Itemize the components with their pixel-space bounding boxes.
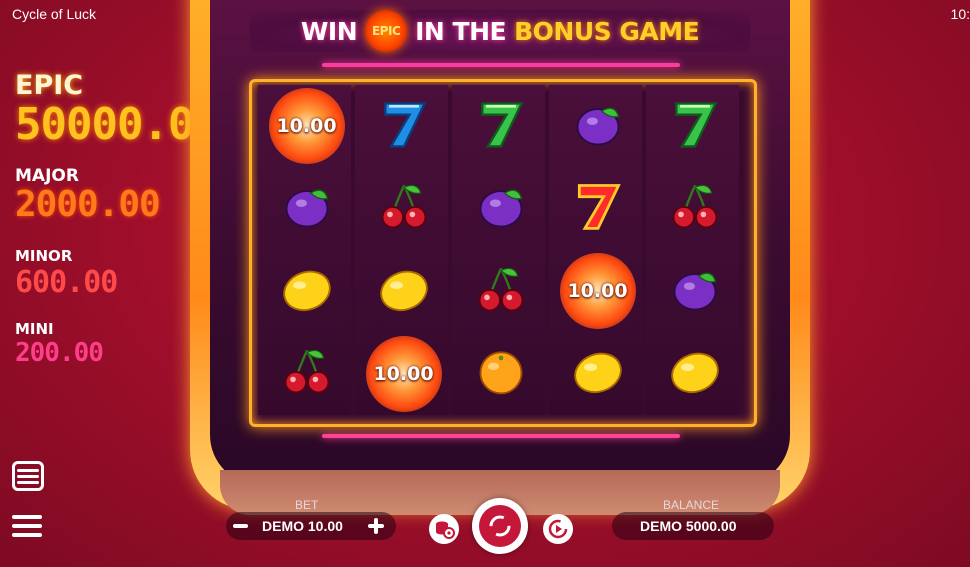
lemon-icon: [376, 261, 432, 322]
seven-red-icon: [570, 178, 626, 239]
reel-cell: [646, 250, 743, 333]
reel-cell: [646, 333, 743, 416]
banner-in-the: IN THE: [415, 16, 507, 46]
reel-cell: 10.00: [355, 333, 452, 416]
banner-win: WIN: [300, 16, 358, 46]
menu-line: [12, 524, 42, 528]
cherry-icon: [279, 343, 335, 404]
menu-icon[interactable]: [12, 512, 42, 540]
reel-grid: 10.00 10.00 10.00: [258, 85, 743, 415]
cherry-icon: [376, 178, 432, 239]
reel-cell: [258, 333, 355, 416]
reel-cell: [355, 168, 452, 251]
coin-value-button[interactable]: [429, 514, 459, 544]
autoplay-icon: [548, 519, 568, 539]
reel-cell: [452, 333, 549, 416]
jackpot-epic-value: 50000.00: [15, 99, 220, 150]
reel-cell: 10.00: [549, 250, 646, 333]
plum-icon: [667, 261, 723, 322]
spin-icon: [479, 505, 521, 547]
reel-cell: [549, 333, 646, 416]
spin-arrows-icon: [489, 515, 511, 537]
epic-badge-icon: EPIC: [365, 10, 408, 52]
cherry-icon: [473, 261, 529, 322]
lemon-icon: [570, 343, 626, 404]
jackpot-major-label: MAJOR: [15, 166, 79, 186]
lemon-icon: [667, 343, 723, 404]
jackpot-mini-label: MINI: [15, 320, 54, 338]
autoplay-button[interactable]: [543, 514, 573, 544]
jackpot-epic-label: EPIC: [15, 70, 84, 101]
reel-cell: [646, 168, 743, 251]
jackpot-major-value: 2000.00: [15, 184, 161, 225]
coin-value: 10.00: [276, 115, 337, 138]
plum-icon: [279, 178, 335, 239]
menu-line: [12, 515, 42, 519]
coin-value: 10.00: [373, 362, 434, 385]
plum-icon: [570, 96, 626, 157]
plum-icon: [473, 178, 529, 239]
banner-bonus-game: BONUS GAME: [514, 16, 700, 46]
seven-green-icon: [667, 96, 723, 157]
reel-cell: [258, 250, 355, 333]
seven-green-icon: [473, 96, 529, 157]
reel-cell: [646, 85, 743, 168]
cherry-icon: [667, 178, 723, 239]
reel-cell: [452, 168, 549, 251]
bet-label: BET: [295, 498, 319, 512]
jackpot-mini-value: 200.00: [15, 338, 104, 368]
neon-line-bottom: [322, 434, 680, 438]
jackpot-epic: EPIC 50000.00: [15, 70, 220, 150]
bonus-banner: WIN EPIC IN THE BONUS GAME: [250, 10, 750, 52]
spin-button[interactable]: [472, 498, 528, 554]
neon-line-top: [322, 63, 680, 67]
coin-symbol-icon: 10.00: [559, 253, 636, 330]
bet-decrease-button[interactable]: [230, 516, 250, 536]
paytable-line: [17, 468, 39, 472]
orange-icon: [473, 343, 529, 404]
reel-cell: [355, 85, 452, 168]
menu-line: [12, 533, 42, 537]
paytable-line: [17, 474, 39, 478]
lemon-icon: [279, 261, 335, 322]
clock: 10:: [950, 6, 970, 22]
jackpot-major: MAJOR 2000.00: [15, 166, 161, 225]
reel-cell: [452, 85, 549, 168]
jackpot-mini: MINI 200.00: [15, 320, 104, 368]
bet-value: DEMO 10.00: [262, 518, 343, 534]
reel-cell: [355, 250, 452, 333]
bet-increase-button[interactable]: [366, 516, 386, 536]
reel-cell: 10.00: [258, 85, 355, 168]
paytable-line: [17, 480, 39, 484]
coin-symbol-icon: 10.00: [365, 335, 442, 412]
coin-symbol-icon: 10.00: [268, 88, 345, 165]
paytable-icon[interactable]: [12, 461, 44, 491]
jackpot-minor-label: MINOR: [15, 247, 73, 265]
game-title: Cycle of Luck: [12, 6, 97, 22]
balance-label: BALANCE: [663, 498, 720, 512]
reel-cell: [258, 168, 355, 251]
reel-cell: [452, 250, 549, 333]
reel-cell: [549, 85, 646, 168]
seven-blue-icon: [376, 96, 432, 157]
reel-cell: [549, 168, 646, 251]
coins-icon: [436, 521, 455, 539]
jackpot-minor: MINOR 600.00: [15, 247, 118, 300]
coin-value: 10.00: [567, 280, 628, 303]
jackpot-minor-value: 600.00: [15, 265, 118, 300]
balance-value: DEMO 5000.00: [640, 518, 737, 534]
